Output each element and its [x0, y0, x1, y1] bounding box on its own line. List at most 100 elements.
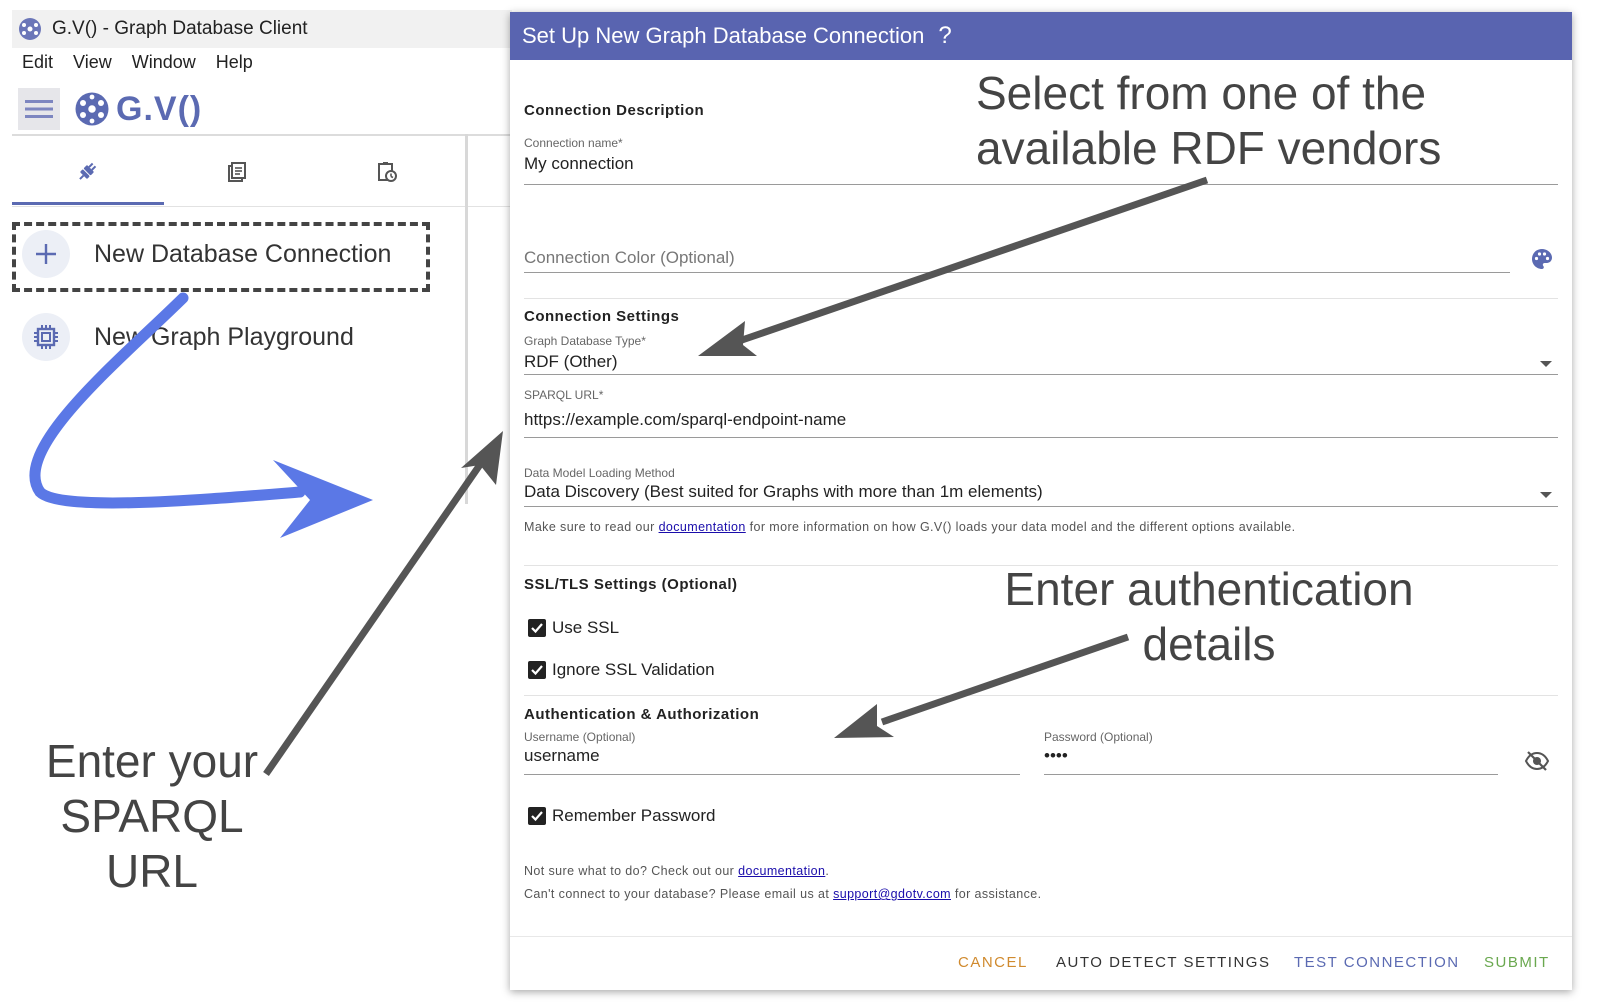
field-underline [524, 184, 1558, 185]
field-underline [524, 272, 1510, 273]
divider [510, 936, 1572, 937]
annotation-rdf-vendors: Select from one of the available RDF ven… [976, 66, 1441, 176]
connection-color-placeholder: Connection Color (Optional) [524, 248, 735, 267]
username-value: username [524, 746, 600, 765]
loading-help-text: Make sure to read our documentation for … [524, 520, 1296, 534]
tab-history[interactable] [312, 140, 462, 204]
divider [465, 134, 468, 504]
hamburger-button[interactable] [18, 88, 60, 130]
remember-password-checkbox[interactable]: Remember Password [528, 806, 715, 826]
help-text-prefix: Can't connect to your database? Please e… [524, 887, 834, 901]
password-value: •••• [1044, 746, 1068, 765]
test-connection-button[interactable]: TEST CONNECTION [1294, 954, 1460, 971]
tab-connections[interactable] [12, 140, 162, 204]
checkbox-checked-icon [528, 807, 546, 825]
use-ssl-checkbox[interactable]: Use SSL [528, 618, 619, 638]
remember-password-label: Remember Password [552, 806, 716, 825]
sidebar-tabs [12, 140, 462, 204]
username-field[interactable]: Username (Optional) username [524, 730, 635, 766]
annotation-line: Select from one of the [976, 67, 1427, 119]
menu-edit[interactable]: Edit [22, 52, 53, 73]
menu-view[interactable]: View [73, 52, 112, 73]
brand-name: G.V() [116, 89, 203, 128]
password-label: Password (Optional) [1044, 730, 1153, 744]
highlight-box [12, 222, 430, 292]
app-titlebar: G.V() - Graph Database Client [12, 10, 512, 48]
window-title: G.V() - Graph Database Client [52, 18, 308, 39]
support-email-link[interactable]: support@gdotv.com [833, 887, 951, 901]
connection-name-value: My connection [524, 154, 634, 173]
gv-logo-icon [75, 92, 109, 126]
graph-database-type-label: Graph Database Type* [524, 334, 646, 348]
ignore-ssl-validation-label: Ignore SSL Validation [552, 660, 715, 679]
field-underline [524, 374, 1558, 375]
dialog-header: Set Up New Graph Database Connection ? [510, 12, 1572, 60]
new-graph-playground-label: New Graph Playground [94, 322, 354, 351]
annotation-sparql-url: Enter your SPARQL URL [20, 734, 284, 900]
documentation-link[interactable]: documentation [659, 520, 746, 534]
help-text-suffix: for assistance. [951, 887, 1042, 901]
section-authentication: Authentication & Authorization [524, 706, 760, 723]
password-field[interactable]: Password (Optional) •••• [1044, 730, 1153, 766]
footer-help-line-1: Not sure what to do? Check out our docum… [524, 864, 829, 878]
graph-database-type-select[interactable]: Graph Database Type* RDF (Other) [524, 334, 646, 372]
brand: G.V() [74, 90, 202, 129]
chevron-down-icon[interactable] [1540, 492, 1552, 498]
cancel-button[interactable]: CANCEL [958, 954, 1028, 971]
annotation-line: Enter your [45, 735, 259, 787]
dialog-title: Set Up New Graph Database Connection [522, 23, 925, 48]
help-icon[interactable]: ? [938, 22, 951, 50]
clipboard-clock-icon [378, 162, 397, 182]
username-label: Username (Optional) [524, 730, 636, 744]
use-ssl-label: Use SSL [552, 618, 620, 637]
connection-name-label: Connection name* [524, 136, 623, 150]
chip-icon [22, 313, 70, 361]
app-toolbar: G.V() [18, 88, 202, 130]
help-text-suffix: . [825, 864, 830, 878]
blue-arrowhead [273, 460, 373, 538]
auto-detect-settings-button[interactable]: AUTO DETECT SETTINGS [1056, 954, 1270, 971]
data-model-loading-label: Data Model Loading Method [524, 466, 675, 480]
sparql-url-value: https://example.com/sparql-endpoint-name [524, 410, 847, 429]
field-underline [524, 774, 1020, 775]
plug-icon [79, 162, 97, 180]
data-model-loading-value: Data Discovery (Best suited for Graphs w… [524, 482, 1043, 501]
chevron-down-icon[interactable] [1540, 361, 1552, 367]
menu-window[interactable]: Window [132, 52, 196, 73]
field-underline [1044, 774, 1498, 775]
sparql-url-label: SPARQL URL* [524, 388, 604, 402]
menu-icon [25, 100, 53, 118]
annotation-authentication: Enter authentication details [1004, 562, 1414, 672]
gv-logo-icon [19, 18, 41, 40]
checkbox-checked-icon [528, 619, 546, 637]
checkbox-checked-icon [528, 661, 546, 679]
active-tab-indicator [12, 202, 164, 205]
section-connection-settings: Connection Settings [524, 308, 680, 325]
menubar: Edit View Window Help [22, 52, 253, 73]
connection-name-field[interactable]: Connection name* My connection [524, 136, 634, 174]
footer-help-line-2: Can't connect to your database? Please e… [524, 887, 1041, 901]
divider [524, 298, 1558, 299]
tab-queries[interactable] [162, 140, 312, 204]
documentation-link[interactable]: documentation [738, 864, 825, 878]
sparql-url-field[interactable]: SPARQL URL* https://example.com/sparql-e… [524, 388, 846, 430]
field-underline [524, 506, 1558, 507]
submit-button[interactable]: SUBMIT [1484, 954, 1550, 971]
menu-help[interactable]: Help [216, 52, 253, 73]
section-ssl-settings: SSL/TLS Settings (Optional) [524, 576, 738, 593]
ignore-ssl-validation-checkbox[interactable]: Ignore SSL Validation [528, 660, 715, 680]
annotation-line: available RDF vendors [976, 122, 1442, 175]
arrow-to-sparql-url [263, 454, 489, 776]
data-model-loading-select[interactable]: Data Model Loading Method Data Discovery… [524, 466, 1043, 502]
section-connection-description: Connection Description [524, 102, 705, 119]
divider [524, 695, 1558, 696]
connection-color-field[interactable]: Connection Color (Optional) [524, 244, 735, 268]
help-text-prefix: Make sure to read our [524, 520, 659, 534]
palette-icon[interactable] [1530, 247, 1554, 271]
new-graph-playground-item[interactable]: New Graph Playground [22, 313, 354, 361]
divider [12, 206, 512, 207]
annotation-line: SPARQL URL [60, 790, 244, 898]
eye-off-icon[interactable] [1524, 750, 1550, 772]
annotation-line: Enter authentication [1004, 563, 1414, 615]
help-text-prefix: Not sure what to do? Check out our [524, 864, 739, 878]
